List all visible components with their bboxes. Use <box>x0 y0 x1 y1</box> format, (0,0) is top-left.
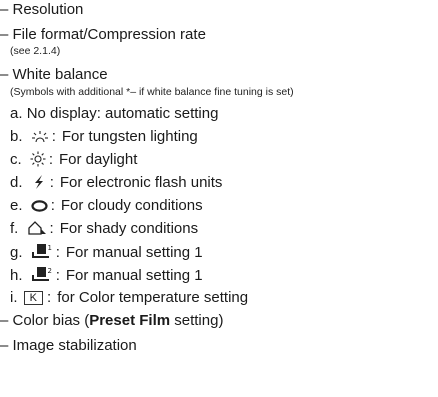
wb-option-d: d. : For electronic flash units <box>10 174 222 192</box>
shade-icon <box>27 220 47 238</box>
option-text: For manual setting 1 <box>65 267 203 284</box>
wb-option-g: g. 1 : For manual setting 1 <box>10 243 203 262</box>
option-letter: h. <box>10 267 23 284</box>
option-letter: c. <box>10 151 22 168</box>
option-text: For cloudy conditions <box>60 197 203 214</box>
color-bias-suffix: setting) <box>170 312 224 329</box>
wb-option-f: f. : For shady conditions <box>10 220 198 238</box>
resolution-item: – Resolution <box>0 1 84 18</box>
manual-1-icon: 1 <box>31 243 53 262</box>
manual-1-sup: 1 <box>47 244 51 252</box>
white-balance-item: – White balance <box>0 66 108 83</box>
white-balance-note: (Symbols with additional *– if white bal… <box>10 86 294 98</box>
option-separator: : <box>55 267 60 284</box>
manual-2-sup: 2 <box>47 267 51 275</box>
color-bias-item: – Color bias (Preset Film setting) <box>0 312 223 330</box>
option-separator: : <box>49 174 54 191</box>
flash-icon <box>31 174 47 192</box>
option-letter: a. <box>10 105 23 122</box>
option-letter: b. <box>10 128 23 145</box>
cloud-icon <box>31 197 48 215</box>
option-letter: i. <box>10 289 18 306</box>
option-separator: : <box>47 289 52 306</box>
option-separator: : <box>48 151 54 168</box>
wb-option-e: e. : For cloudy conditions <box>10 197 203 215</box>
option-letter: g. <box>10 244 23 261</box>
option-separator: : <box>51 128 56 145</box>
option-text: for Color temperature setting <box>57 289 249 306</box>
wb-option-i: i. K: for Color temperature setting <box>10 289 248 307</box>
option-text: For tungsten lighting <box>61 128 198 145</box>
manual-2-icon: 2 <box>31 266 53 285</box>
page: – Resolution – File format/Compression r… <box>0 0 438 397</box>
kelvin-icon: K <box>23 291 44 305</box>
sun-icon <box>30 151 46 169</box>
wb-option-a: a. No display: automatic setting <box>10 105 218 123</box>
wb-option-b: b. : For tungsten lighting <box>10 128 198 146</box>
option-separator: : <box>50 197 55 214</box>
wb-option-c: c. : For daylight <box>10 151 137 169</box>
option-text: No display: automatic setting <box>26 105 219 122</box>
option-letter: e. <box>10 197 23 214</box>
file-format-item: – File format/Compression rate <box>0 26 206 43</box>
option-letter: d. <box>10 174 23 191</box>
option-text: For electronic flash units <box>59 174 223 191</box>
color-bias-preset-film: Preset Film <box>89 312 171 329</box>
color-bias-prefix: – Color bias ( <box>0 312 90 329</box>
option-text: For daylight <box>59 151 138 168</box>
option-text: For shady conditions <box>59 220 199 237</box>
wb-option-h: h. 2 : For manual setting 1 <box>10 266 203 285</box>
option-letter: f. <box>10 220 19 237</box>
file-format-note: (see 2.1.4) <box>10 45 61 57</box>
option-separator: : <box>49 220 54 237</box>
image-stabilization-item: – Image stabilization <box>0 337 137 354</box>
tungsten-icon <box>31 128 49 146</box>
option-text: For manual setting 1 <box>65 244 203 261</box>
option-separator: : <box>55 244 60 261</box>
